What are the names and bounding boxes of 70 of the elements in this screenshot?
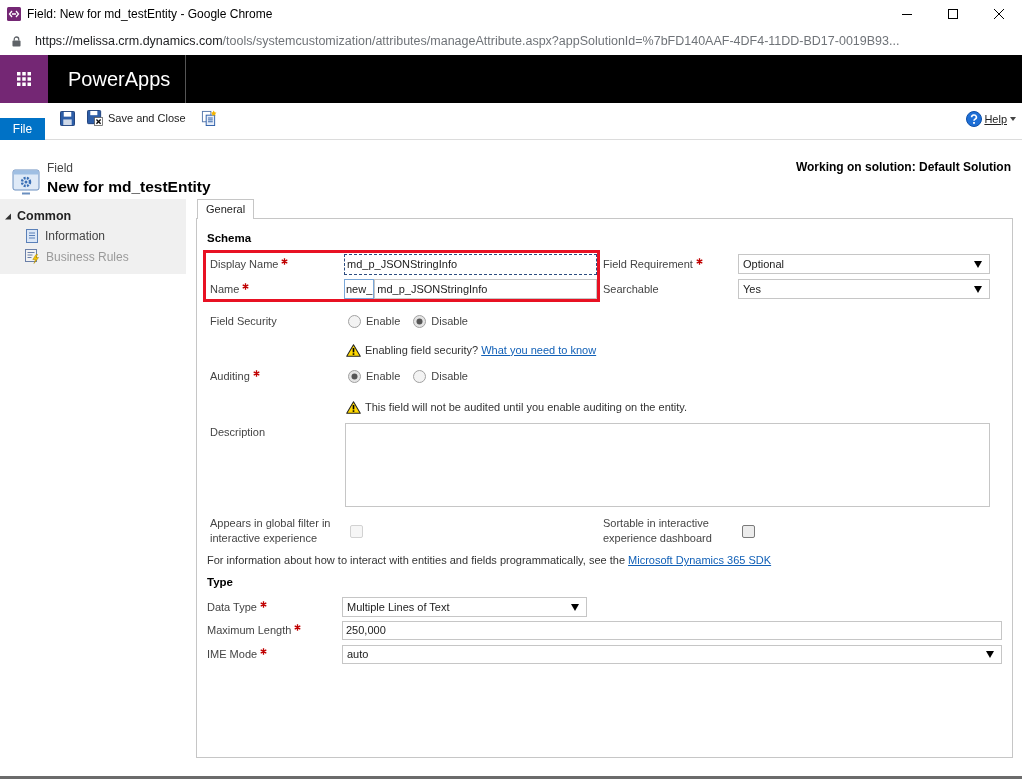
field-label: Data Type (207, 599, 257, 615)
caret-icon (1010, 117, 1016, 121)
save-and-close-button[interactable]: Save and Close (87, 109, 186, 127)
tab[interactable]: General (197, 199, 255, 219)
radio-button[interactable] (413, 314, 427, 328)
ime-mode-dropdown[interactable]: auto (342, 645, 1002, 664)
help-link[interactable]: What you need to know (481, 343, 597, 356)
field-label: IME Mode (207, 647, 258, 662)
warning-icon (346, 400, 361, 414)
nav-group-header[interactable]: Common (0, 208, 186, 225)
save-button[interactable] (60, 109, 75, 127)
field-label: Maximum Length (207, 623, 292, 638)
field-label: Auditing (210, 368, 250, 384)
checkbox[interactable] (742, 524, 755, 538)
warning-icon (346, 343, 361, 357)
field-label: Field Requirement (603, 256, 693, 272)
section-title: Schema (206, 231, 253, 246)
field-requirement-dropdown[interactable]: Optional (738, 254, 990, 274)
option-label: Enable (366, 368, 401, 384)
section-title: Type (206, 575, 234, 590)
data-type-dropdown[interactable]: Multiple Lines of Text (342, 597, 587, 617)
option-label: Disable (431, 368, 468, 384)
close-icon (994, 9, 1004, 19)
minimize-icon (902, 13, 912, 15)
radio-button[interactable] (348, 369, 361, 383)
document-lightning-icon (25, 249, 40, 264)
dropdown-caret-icon (974, 260, 982, 268)
maximum-length-field[interactable]: 250,000 (342, 621, 1002, 640)
document-icon (25, 228, 39, 243)
floppy-disk-x-icon (87, 110, 103, 126)
maximize-icon (948, 9, 958, 19)
lock-icon (12, 36, 21, 47)
waffle-icon (17, 72, 31, 86)
solution-label: Working on solution: Default Solution (795, 160, 1011, 174)
sdk-link[interactable]: Microsoft Dynamics 365 SDK (628, 554, 772, 566)
sdk-note: For information about how to interact with entities and fields programmatically, see the Microsoft Dynamics 365 SDK (206, 553, 773, 568)
field-label: Display Name (210, 256, 279, 272)
radio-button[interactable] (348, 314, 361, 328)
option-label: Disable (431, 313, 468, 329)
documents-icon (200, 110, 217, 126)
entity-type-label: Field (47, 160, 74, 176)
dropdown-caret-icon (974, 285, 982, 293)
warning-text: Enabling field security? What you need to know (365, 342, 597, 358)
app-launcher-button[interactable] (0, 55, 48, 103)
nav-item[interactable]: Information (0, 225, 186, 246)
help-button[interactable]: Help (966, 110, 1016, 128)
page-title: New for md_testEntity (47, 177, 211, 197)
prefix-field: new_ (344, 279, 375, 299)
field-icon (12, 168, 40, 196)
help-icon (966, 111, 983, 127)
field-label: Sortable in interactive experience dashboard (603, 516, 713, 546)
app-icon (7, 7, 21, 21)
window-title: Field: New for md_testEntity - Google Chrome (27, 6, 273, 23)
field-label: Field Security (210, 313, 277, 329)
toolbar-button[interactable] (200, 109, 217, 127)
address-field[interactable]: https://melissa.crm.dynamics.com/tools/systemcustomization/attributes/manageAttribute.aspx?appSolutionId=%7bFD140AAF-4DF4-11DD-BD17-0019B93... (35, 32, 900, 51)
field-label: Name (210, 281, 240, 297)
dropdown-caret-icon (571, 603, 579, 611)
option-label: Enable (366, 313, 401, 329)
dropdown-caret-icon (986, 651, 994, 658)
field-label: Appears in global filter in interactive experience (210, 516, 332, 546)
name-field[interactable]: md_p_JSONStringInfo (374, 279, 597, 299)
radio-button[interactable] (413, 369, 427, 383)
field-label: Searchable (603, 281, 659, 297)
searchable-dropdown[interactable]: Yes (738, 279, 990, 299)
description-field[interactable] (345, 423, 990, 507)
file-tab[interactable]: File (0, 118, 45, 140)
warning-text: This field will not be audited until you enable auditing on the entity. (365, 399, 688, 415)
field-label: Description (210, 425, 266, 440)
display-name-field[interactable]: md_p_JSONStringInfo (344, 253, 597, 275)
